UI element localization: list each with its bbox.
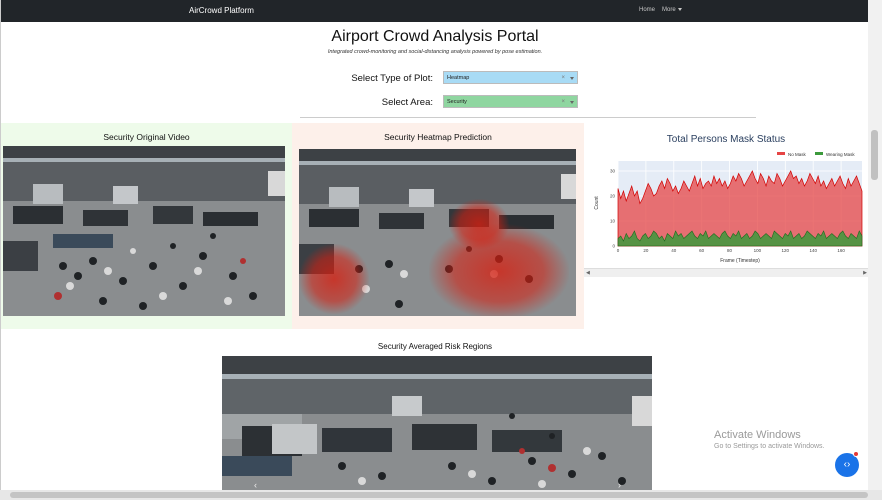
heatmap-video-frame[interactable]	[299, 149, 576, 316]
scrollbar-thumb[interactable]	[871, 130, 878, 180]
area-value: Security	[447, 99, 467, 105]
scroll-right-icon[interactable]: ▶	[863, 270, 867, 276]
plot-type-value: Heatmap	[447, 75, 470, 81]
mask-chart-svg[interactable]: Total Persons Mask Status No Mask Wearin…	[584, 123, 869, 268]
notification-dot	[853, 451, 859, 457]
caret-down-icon	[677, 7, 682, 11]
x-tick-label: 60	[699, 248, 705, 253]
legend-wearing-label[interactable]: Wearing Mask	[826, 152, 855, 157]
chart-title: Total Persons Mask Status	[667, 134, 785, 145]
chevron-down-icon[interactable]	[570, 101, 574, 104]
plot-type-select[interactable]: Heatmap ×	[443, 71, 578, 84]
top-navbar: AirCrowd Platform Home More	[1, 0, 869, 22]
legend-no-mask-swatch	[777, 152, 785, 155]
x-tick-label: 20	[643, 248, 649, 253]
plot-type-label: Select Type of Plot:	[351, 73, 433, 84]
chart-horizontal-scrollbar[interactable]: ◀ ▶	[584, 268, 869, 277]
x-tick-label: 40	[671, 248, 677, 253]
y-tick-label: 10	[610, 219, 616, 224]
clear-icon[interactable]: ×	[561, 72, 565, 85]
app-frame: AirCrowd Platform Home More Airport Crow…	[0, 0, 869, 490]
heatmap-hotspot	[299, 244, 369, 314]
area-select[interactable]: Security ×	[443, 95, 578, 108]
original-video-panel: Security Original Video	[1, 123, 292, 329]
y-tick-label: 30	[610, 169, 616, 174]
page-title: Airport Crowd Analysis Portal	[331, 28, 539, 45]
x-tick-label: 100	[754, 248, 762, 253]
x-tick-label: 140	[809, 248, 817, 253]
x-axis-label: Frame (Timestep)	[720, 258, 760, 264]
page-horizontal-scrollbar[interactable]	[0, 490, 882, 500]
airport-scene-image: ‹ ›	[222, 356, 652, 490]
heatmap-title: Security Heatmap Prediction	[384, 132, 492, 142]
activation-watermark: Activate Windows Go to Settings to activ…	[714, 429, 825, 450]
carousel-prev-icon[interactable]: ‹	[254, 480, 257, 490]
watermark-subtitle: Go to Settings to activate Windows.	[714, 443, 825, 450]
page-vertical-scrollbar[interactable]	[868, 0, 882, 490]
x-tick-label: 80	[727, 248, 733, 253]
code-chat-button[interactable]: ‹›	[835, 451, 859, 477]
legend-no-mask-label[interactable]: No Mask	[788, 152, 807, 157]
watermark-title: Activate Windows	[714, 429, 801, 441]
code-brackets-icon: ‹›	[843, 459, 851, 470]
brand-link[interactable]: AirCrowd Platform	[189, 6, 254, 15]
risk-regions-carousel[interactable]: ‹ ›	[222, 356, 652, 490]
x-tick-label: 0	[617, 248, 620, 253]
y-tick-label: 20	[610, 194, 616, 199]
legend-wearing-swatch	[815, 152, 823, 155]
heatmap-panel: Security Heatmap Prediction	[292, 123, 584, 329]
nav-more-label: More	[662, 7, 676, 13]
nav-more-dropdown[interactable]: More	[662, 7, 682, 13]
scrollbar-thumb[interactable]	[10, 492, 868, 498]
page-subtitle: Integrated crowd-monitoring and social-d…	[327, 49, 543, 55]
mask-status-chart: Total Persons Mask Status No Mask Wearin…	[584, 123, 869, 329]
y-tick-label: 0	[612, 244, 615, 249]
y-axis-label: Count	[594, 196, 600, 210]
original-video-title: Security Original Video	[103, 132, 190, 142]
risk-regions-title: Security Averaged Risk Regions	[377, 342, 493, 351]
x-tick-label: 120	[782, 248, 790, 253]
clear-icon[interactable]: ×	[561, 96, 565, 109]
chevron-down-icon[interactable]	[570, 77, 574, 80]
airport-scene-image	[3, 146, 285, 316]
scroll-left-icon[interactable]: ◀	[586, 270, 590, 276]
x-tick-label: 160	[837, 248, 845, 253]
heatmap-hotspot	[449, 199, 509, 249]
original-video-frame[interactable]	[3, 146, 285, 316]
divider	[300, 117, 756, 118]
nav-home-link[interactable]: Home	[639, 7, 655, 13]
area-label: Select Area:	[381, 97, 433, 108]
carousel-next-icon[interactable]: ›	[618, 480, 621, 490]
